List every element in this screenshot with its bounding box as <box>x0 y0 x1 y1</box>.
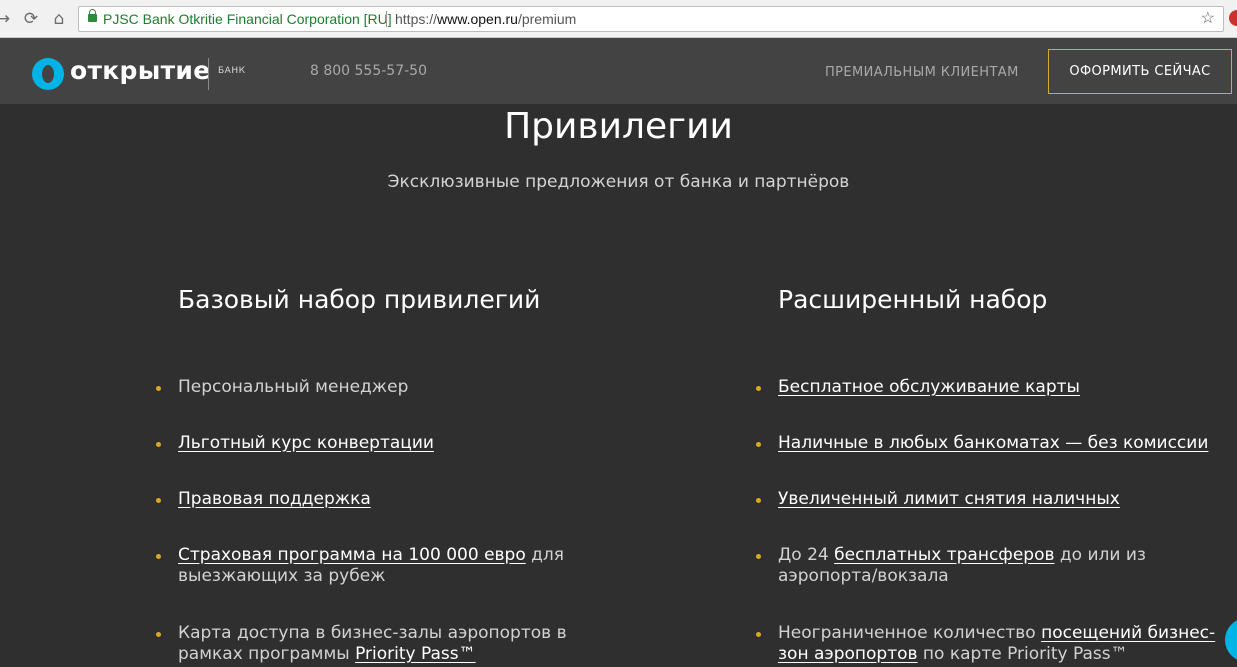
list-item-link[interactable]: Бесплатное обслуживание карты <box>778 377 1080 397</box>
url-text[interactable]: https://www.open.ru/premium <box>395 7 576 31</box>
logo-icon[interactable] <box>32 58 64 90</box>
list-item[interactable]: Льготный курс конвертации <box>156 433 434 454</box>
phone-number[interactable]: 8 800 555-57-50 <box>310 63 427 79</box>
apply-now-button[interactable]: ОФОРМИТЬ СЕЙЧАС <box>1048 49 1232 94</box>
list-item-link[interactable]: Страховая программа на 100 000 евро <box>178 545 526 565</box>
extended-privileges-column: Расширенный набор Бесплатное обслуживани… <box>756 285 1237 664</box>
page-subtitle: Эксклюзивные предложения от банка и парт… <box>387 172 850 192</box>
url-scheme: https:// <box>395 11 438 27</box>
list-item[interactable]: До 24 бесплатных трансферов до или из аэ… <box>756 545 1198 587</box>
lock-icon <box>88 9 97 22</box>
address-separator <box>386 11 387 27</box>
bullet-icon <box>156 386 161 391</box>
extended-privileges-title: Расширенный набор <box>778 285 1048 314</box>
list-item-link[interactable]: Льготный курс конвертации <box>178 433 434 453</box>
bullet-icon <box>156 554 161 559</box>
nav-premium-clients[interactable]: ПРЕМИАЛЬНЫМ КЛИЕНТАМ <box>825 65 1019 80</box>
list-item[interactable]: Карта доступа в бизнес-залы аэропортов в… <box>156 623 598 665</box>
certificate-label[interactable]: PJSC Bank Otkritie Financial Corporation… <box>103 7 392 31</box>
basic-privileges-title: Базовый набор привилегий <box>178 285 541 314</box>
logo-divider <box>208 58 209 90</box>
list-item-text: Персональный менеджер <box>178 377 409 397</box>
browser-toolbar: → ⟳ ⌂ PJSC Bank Otkritie Financial Corpo… <box>0 0 1237 38</box>
address-bar[interactable]: PJSC Bank Otkritie Financial Corporation… <box>78 6 1224 32</box>
bullet-icon <box>156 632 161 637</box>
chat-widget-button[interactable] <box>1225 618 1237 662</box>
list-item[interactable]: Страховая программа на 100 000 евро для … <box>156 545 598 587</box>
home-icon[interactable]: ⌂ <box>48 8 70 30</box>
list-item[interactable]: Бесплатное обслуживание карты <box>756 377 1080 398</box>
basic-privileges-column: Базовый набор привилегий Персональный ме… <box>156 285 638 664</box>
bookmark-star-icon[interactable]: ☆ <box>1201 7 1215 31</box>
list-item[interactable]: Правовая поддержка <box>156 489 371 510</box>
list-item[interactable]: Увеличенный лимит снятия наличных <box>756 489 1120 510</box>
page-title: Привилегии <box>504 106 733 147</box>
list-item[interactable]: Наличные в любых банкоматах — без комисс… <box>756 433 1208 454</box>
extension-icon[interactable] <box>1229 10 1237 26</box>
bullet-icon <box>156 498 161 503</box>
list-item-link[interactable]: Наличные в любых банкоматах — без комисс… <box>778 433 1208 453</box>
list-item-link[interactable]: Priority Pass™ <box>355 644 476 664</box>
list-item-link[interactable]: Увеличенный лимит снятия наличных <box>778 489 1120 509</box>
bullet-icon <box>756 442 761 447</box>
list-item[interactable]: Неограниченное количество посещений бизн… <box>756 623 1223 665</box>
site-header: открытие БАНК 8 800 555-57-50 ПРЕМИАЛЬНЫ… <box>0 38 1237 104</box>
list-item-text: Неограниченное количество <box>778 623 1042 643</box>
list-item: Персональный менеджер <box>156 377 409 398</box>
list-item-link[interactable]: Правовая поддержка <box>178 489 371 509</box>
logo-bank-label: БАНК <box>218 66 246 76</box>
logo-text[interactable]: открытие <box>70 56 211 85</box>
list-item-text: по карте Priority Pass™ <box>917 644 1128 664</box>
bullet-icon <box>756 632 761 637</box>
bullet-icon <box>756 498 761 503</box>
bullet-icon <box>756 554 761 559</box>
bullet-icon <box>156 442 161 447</box>
bullet-icon <box>756 386 761 391</box>
reload-icon[interactable]: ⟳ <box>20 8 42 30</box>
list-item-link[interactable]: бесплатных трансферов <box>834 545 1054 565</box>
back-arrow-icon[interactable]: → <box>0 8 14 30</box>
url-path: /premium <box>517 11 577 27</box>
url-host: www.open.ru <box>437 11 518 27</box>
list-item-text: До 24 <box>778 545 835 565</box>
